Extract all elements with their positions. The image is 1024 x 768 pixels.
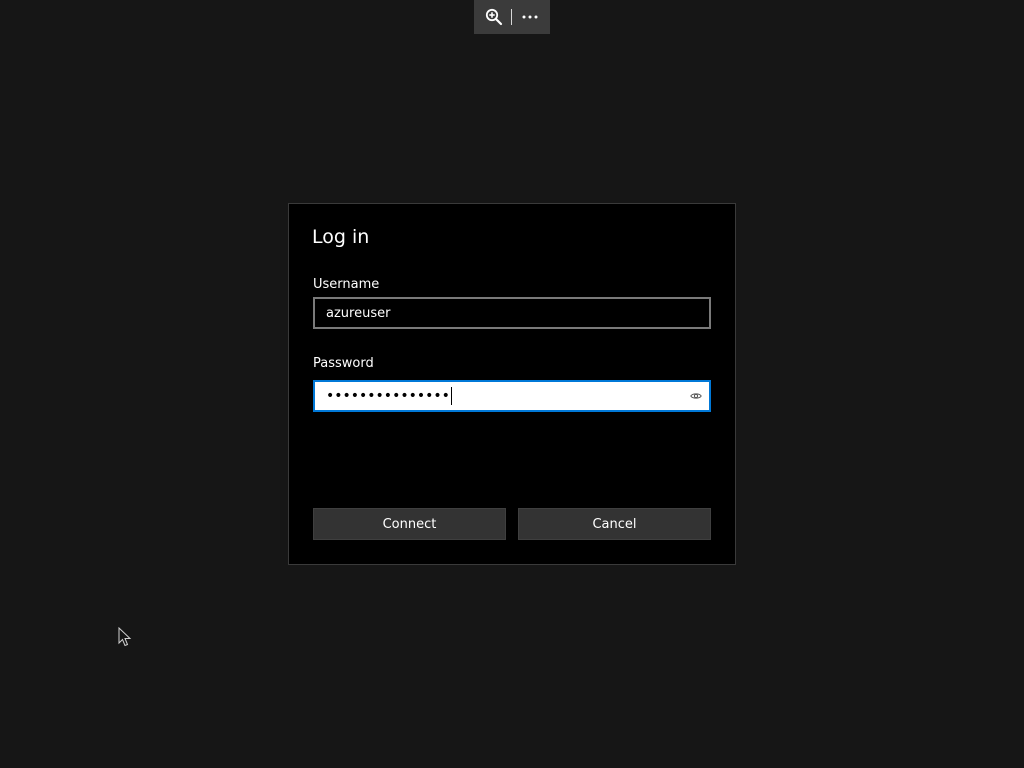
zoom-in-icon[interactable] — [483, 6, 505, 28]
username-input[interactable]: azureuser — [313, 297, 711, 329]
username-value: azureuser — [326, 305, 391, 321]
toolbar-divider — [511, 9, 513, 25]
connection-toolbar — [474, 0, 550, 34]
eye-icon[interactable] — [689, 389, 703, 403]
password-label: Password — [313, 356, 374, 371]
username-label: Username — [313, 277, 380, 292]
remote-desktop-screen: Log in Username azureuser Password •••••… — [0, 0, 1024, 768]
text-caret — [450, 387, 452, 405]
mouse-pointer-icon — [118, 626, 132, 647]
cancel-button[interactable]: Cancel — [518, 508, 711, 540]
login-dialog: Log in Username azureuser Password •••••… — [288, 203, 736, 565]
more-horizontal-icon[interactable] — [519, 6, 541, 28]
connect-button[interactable]: Connect — [313, 508, 506, 540]
password-input[interactable]: ••••••••••••••• — [313, 380, 711, 412]
password-masked-value: ••••••••••••••• — [326, 388, 450, 404]
dialog-title: Log in — [312, 226, 370, 248]
